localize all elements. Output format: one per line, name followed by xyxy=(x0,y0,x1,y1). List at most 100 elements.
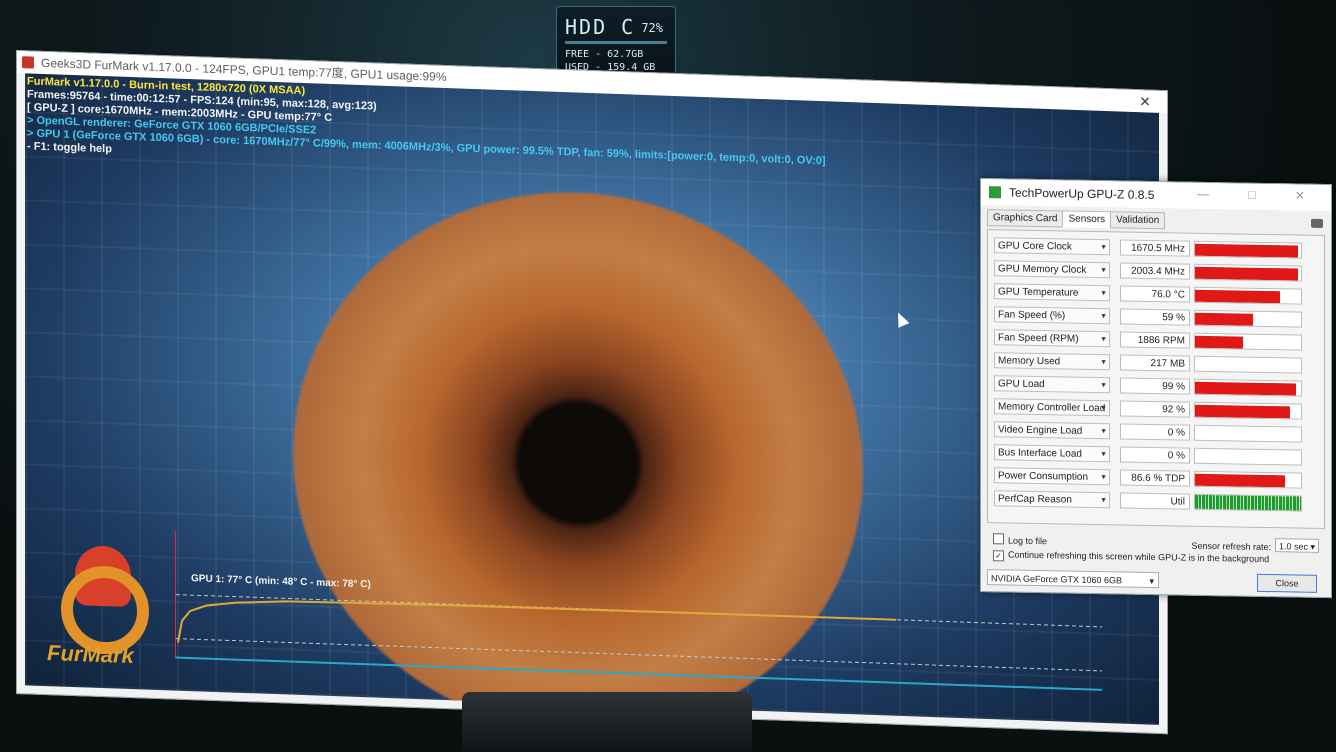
sensor-graph-fill xyxy=(1195,494,1301,511)
gpu-select[interactable]: NVIDIA GeForce GTX 1060 6GB ▾ xyxy=(987,569,1159,589)
refresh-rate-select[interactable]: 1.0 sec ▾ xyxy=(1275,538,1319,553)
sensor-row: GPU Memory Clock ▼ 2003.4 MHz xyxy=(994,259,1318,285)
window-controls[interactable]: — □ ✕ xyxy=(1197,187,1323,203)
sensor-name-select[interactable]: GPU Load ▼ xyxy=(994,375,1110,394)
tab-graphics-card[interactable]: Graphics Card xyxy=(987,209,1064,228)
sensor-graph-fill xyxy=(1195,312,1254,326)
gpuz-titlebar[interactable]: TechPowerUp GPU-Z 0.8.5 — □ ✕ xyxy=(981,179,1331,212)
sensor-value: 92 % xyxy=(1120,400,1190,418)
sensor-row: Power Consumption ▼ 86.6 % TDP xyxy=(994,466,1318,492)
sensor-row: Fan Speed (%) ▼ 59 % xyxy=(994,305,1318,331)
sensor-graph xyxy=(1194,263,1302,282)
chevron-down-icon: ▼ xyxy=(1100,290,1107,298)
chevron-down-icon: ▼ xyxy=(1100,428,1107,436)
sensor-name-select[interactable]: GPU Memory Clock ▼ xyxy=(994,260,1110,279)
graph-min-line xyxy=(176,638,1102,672)
sensor-row: GPU Temperature ▼ 76.0 °C xyxy=(994,282,1318,308)
gpuz-window: TechPowerUp GPU-Z 0.8.5 — □ ✕ Graphics C… xyxy=(980,178,1332,599)
sensor-row: Memory Used ▼ 217 MB xyxy=(994,351,1318,377)
sensor-graph-fill xyxy=(1195,289,1280,304)
chevron-down-icon: ▼ xyxy=(1100,313,1107,321)
hdd-percent: 72% xyxy=(641,21,663,35)
sensor-name-select[interactable]: Bus Interface Load ▼ xyxy=(994,444,1110,463)
chevron-down-icon: ▼ xyxy=(1100,244,1107,252)
sensor-name: Video Engine Load xyxy=(998,424,1083,437)
continue-refresh-label: Continue refreshing this screen while GP… xyxy=(1008,549,1270,565)
sensor-name-select[interactable]: Memory Controller Load ▼ xyxy=(994,398,1110,417)
sensor-name-select[interactable]: Memory Used ▼ xyxy=(994,352,1110,371)
sensor-graph xyxy=(1194,401,1302,420)
sensor-value: 1670.5 MHz xyxy=(1120,239,1190,257)
gpuz-app-icon xyxy=(989,186,1001,199)
sensor-name: Power Consumption xyxy=(998,470,1089,483)
sensor-name-select[interactable]: Fan Speed (RPM) ▼ xyxy=(994,329,1110,348)
sensor-name-select[interactable]: GPU Core Clock ▼ xyxy=(994,237,1110,256)
log-to-file-checkbox[interactable] xyxy=(993,533,1004,545)
refresh-rate-label: Sensor refresh rate: xyxy=(1191,540,1271,553)
chevron-down-icon: ▼ xyxy=(1100,405,1107,413)
sensor-graph xyxy=(1194,447,1302,466)
sensor-name: Memory Used xyxy=(998,355,1061,368)
sensor-name-select[interactable]: GPU Temperature ▼ xyxy=(994,283,1110,302)
sensor-graph-fill xyxy=(1195,404,1291,419)
sensor-name-select[interactable]: Power Consumption ▼ xyxy=(994,467,1110,486)
sensor-graph xyxy=(1194,424,1302,443)
sensor-graph-fill xyxy=(1195,335,1243,349)
chevron-down-icon: ▼ xyxy=(1100,382,1107,390)
continue-refresh-option[interactable]: ✓ Continue refreshing this screen while G… xyxy=(993,549,1269,566)
sensor-row: Bus Interface Load ▼ 0 % xyxy=(994,443,1318,469)
sensor-name-select[interactable]: Video Engine Load ▼ xyxy=(994,421,1110,440)
sensor-name: GPU Memory Clock xyxy=(998,263,1087,276)
sensor-name: Fan Speed (%) xyxy=(998,309,1066,322)
sensor-name: GPU Load xyxy=(998,378,1045,391)
sensor-name: Bus Interface Load xyxy=(998,447,1082,460)
gpuz-tabs: Graphics Card Sensors Validation xyxy=(987,209,1166,230)
sensor-value: 1886 RPM xyxy=(1120,331,1190,349)
sensor-value: 59 % xyxy=(1120,308,1190,326)
gpuz-window-title: TechPowerUp GPU-Z 0.8.5 xyxy=(1009,185,1155,203)
sensor-graph xyxy=(1194,286,1302,305)
sensor-value: 76.0 °C xyxy=(1120,285,1190,303)
chevron-down-icon: ▼ xyxy=(1100,336,1107,344)
sensor-value: 0 % xyxy=(1120,423,1190,441)
sensor-graph-fill xyxy=(1195,381,1296,396)
hdd-free: FREE - 62.7GB xyxy=(565,49,644,60)
sensor-graph xyxy=(1194,378,1302,397)
close-icon[interactable]: ✕ xyxy=(1133,90,1157,113)
camera-icon[interactable] xyxy=(1311,218,1323,228)
mouse-cursor-icon xyxy=(892,310,910,328)
sensor-name: GPU Temperature xyxy=(998,286,1079,299)
sensor-name-select[interactable]: Fan Speed (%) ▼ xyxy=(994,306,1110,325)
continue-refresh-checkbox[interactable]: ✓ xyxy=(993,550,1004,562)
sensor-value: 2003.4 MHz xyxy=(1120,262,1190,280)
sensor-value: 86.6 % TDP xyxy=(1120,469,1190,487)
sensor-value: Util xyxy=(1120,492,1190,510)
gpu-select-value: NVIDIA GeForce GTX 1060 6GB xyxy=(991,573,1123,586)
sensor-graph-fill xyxy=(1195,243,1298,258)
refresh-rate-value: 1.0 sec xyxy=(1279,541,1309,552)
chevron-down-icon: ▼ xyxy=(1100,497,1107,505)
sensors-panel: GPU Core Clock ▼ 1670.5 MHz GPU Memory Cloc… xyxy=(987,229,1325,530)
chevron-down-icon: ▾ xyxy=(1149,575,1154,587)
sensor-graph-fill xyxy=(1195,266,1298,281)
sensor-row: Video Engine Load ▼ 0 % xyxy=(994,420,1318,446)
tab-validation[interactable]: Validation xyxy=(1110,211,1166,230)
sensor-row: Fan Speed (RPM) ▼ 1886 RPM xyxy=(994,328,1318,354)
chevron-down-icon: ▼ xyxy=(1100,451,1107,459)
chevron-down-icon: ▼ xyxy=(1100,474,1107,482)
close-button[interactable]: Close xyxy=(1257,573,1317,593)
log-to-file-label: Log to file xyxy=(1008,535,1048,547)
sensor-value: 99 % xyxy=(1120,377,1190,395)
sensor-row: GPU Core Clock ▼ 1670.5 MHz xyxy=(994,236,1318,262)
temperature-graph-plot xyxy=(176,594,1102,672)
hdd-widget: HDD C 72% FREE - 62.7GB USED - 159.4 GB xyxy=(556,6,676,74)
sensor-graph xyxy=(1194,240,1302,259)
sensor-row: Memory Controller Load ▼ 92 % xyxy=(994,397,1318,423)
chevron-down-icon: ▾ xyxy=(1310,541,1316,552)
sensor-name-select[interactable]: PerfCap Reason ▼ xyxy=(994,490,1110,509)
sensor-name: PerfCap Reason xyxy=(998,493,1072,506)
furmark-app-icon xyxy=(22,56,34,69)
log-to-file-option[interactable]: Log to file xyxy=(993,533,1047,546)
tab-sensors[interactable]: Sensors xyxy=(1062,210,1112,229)
sensor-row: PerfCap Reason ▼ Util xyxy=(994,489,1318,515)
